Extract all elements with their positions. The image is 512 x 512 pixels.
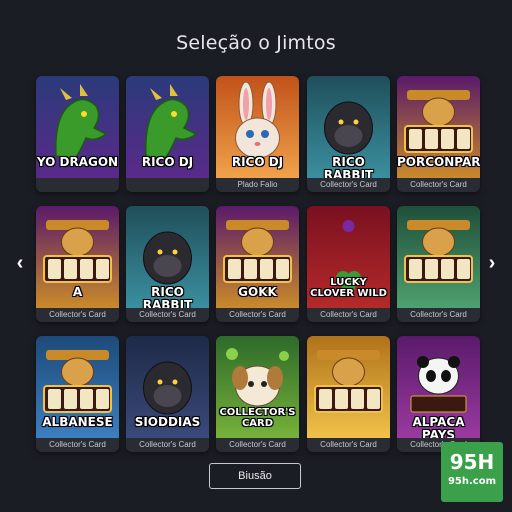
game-card-grid: YO DRAGON RICO DJ RICO DJ Plado Falio RICO R… [36,76,480,454]
game-card-caption: Collector's Card [126,438,209,452]
game-card[interactable]: A Collector's Card [36,206,119,322]
game-card-art [397,206,480,308]
game-card[interactable]: COLLECTOR'S CARD Collector's Card [216,336,299,452]
watermark-logo-text: 95H [449,450,495,474]
prev-arrow-icon[interactable]: ‹ [13,251,27,275]
game-card-title: GOKK [238,285,277,299]
game-card-caption: Collector's Card [307,178,390,192]
game-card-title: RICO DJ [231,155,284,169]
game-card-title: A [72,285,83,299]
game-card-caption: Collector's Card [216,438,299,452]
site-watermark: 95H 95h.com [441,442,503,502]
game-card[interactable]: ALPACA PAYS Collector's Card [397,336,480,452]
game-card-caption: Collector's Card [216,308,299,322]
game-card-title: RICO DJ [141,155,194,169]
game-card-caption: Collector's Card [397,308,480,322]
game-card-title: ALBANESE [42,415,113,429]
game-card-caption: Collector's Card [307,308,390,322]
game-card-caption: Collector's Card [307,438,390,452]
game-card[interactable]: LUCKY CLOVER WILD Collector's Card [307,206,390,322]
game-card[interactable]: RICO DJ [126,76,209,192]
game-card[interactable]: ALBANESE Collector's Card [36,336,119,452]
game-card[interactable]: SIODDIAS Collector's Card [126,336,209,452]
game-card[interactable]: PORCONPARS Collector's Card [397,76,480,192]
page-title: Seleção o Jimtos [176,32,336,54]
game-card-title: SIODDIAS [134,415,201,429]
game-card[interactable]: YO DRAGON [36,76,119,192]
game-card-title: LUCKY CLOVER WILD [310,277,387,299]
game-card-title: COLLECTOR'S CARD [219,407,296,429]
game-card[interactable]: Collector's Card [397,206,480,322]
game-card[interactable]: RICO DJ Plado Falio [216,76,299,192]
game-card-caption: Collector's Card [36,308,119,322]
watermark-domain: 95h.com [447,476,497,487]
game-card-caption [36,178,119,192]
game-card-caption [126,178,209,192]
game-card-caption: Collector's Card [36,438,119,452]
game-card-caption: Plado Falio [216,178,299,192]
game-card[interactable]: RICO RABBIT Collector's Card [126,206,209,322]
game-card-title: YO DRAGON [36,155,119,169]
game-card[interactable]: RICO RABBIT Collector's Card [307,76,390,192]
game-card-art [307,336,390,438]
game-card[interactable]: GOKK Collector's Card [216,206,299,322]
browse-button[interactable]: Biusão [209,463,301,489]
next-arrow-icon[interactable]: › [485,251,499,275]
game-card-caption: Collector's Card [126,308,209,322]
game-card[interactable]: Collector's Card [307,336,390,452]
game-card-caption: Collector's Card [397,178,480,192]
game-card-title: PORCONPARS [397,155,480,169]
